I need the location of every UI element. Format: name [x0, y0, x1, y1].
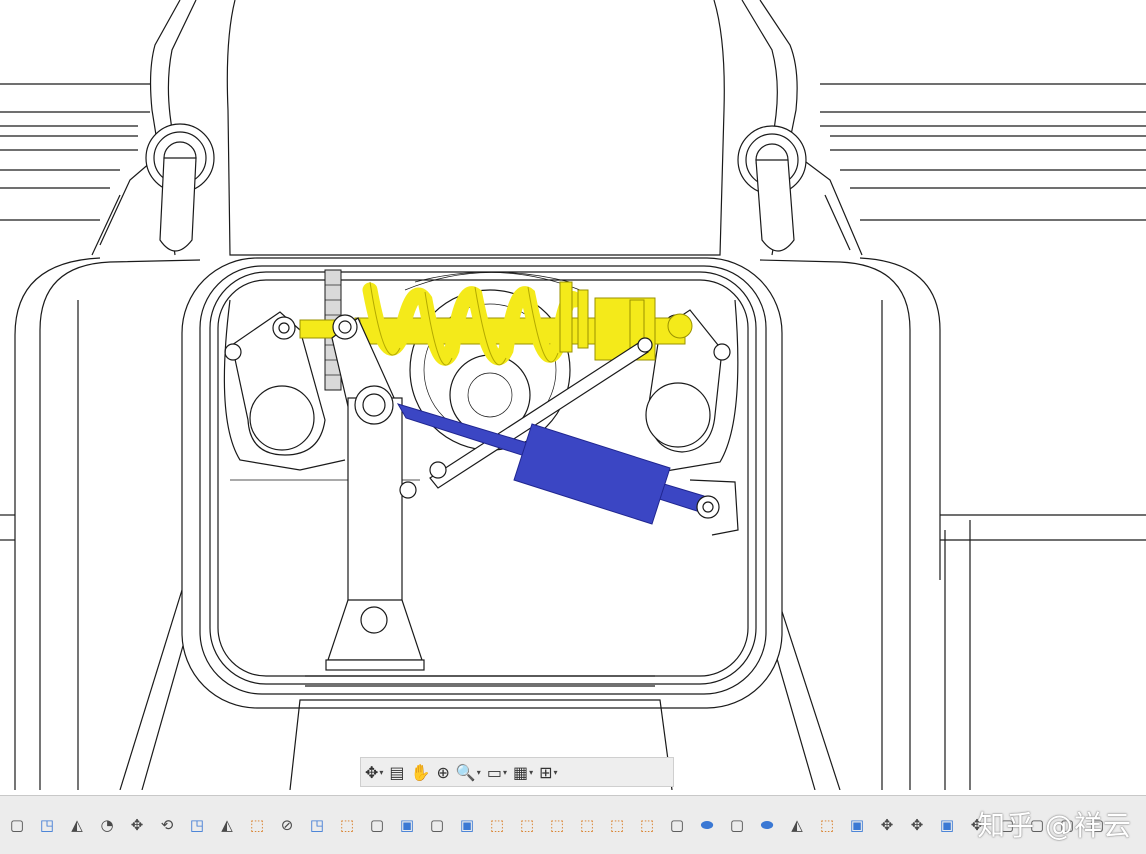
- sketch-8-icon: ⬚: [819, 816, 835, 834]
- cad-viewport[interactable]: [0, 0, 1146, 790]
- rotate-icon: ⟲: [160, 816, 174, 834]
- multi-view-button[interactable]: ⊞ ▾: [539, 760, 557, 784]
- solid-icon: ▢: [369, 816, 385, 834]
- right-pin: [737, 125, 807, 252]
- sheet-fold-icon: ◳: [39, 816, 55, 834]
- look-at-button[interactable]: ▤: [389, 760, 404, 784]
- dropdown-caret-icon: ▾: [529, 767, 534, 777]
- project-icon: ⬚: [339, 816, 355, 834]
- sketch-5-icon: ⬚: [579, 816, 595, 834]
- project-button[interactable]: ⬚: [334, 813, 360, 837]
- revolve-button[interactable]: ⊘: [274, 813, 300, 837]
- sketch-3-button[interactable]: ⬚: [514, 813, 540, 837]
- display-style-icon: ▭: [486, 762, 502, 782]
- draft-icon: ◭: [71, 816, 83, 834]
- box-button[interactable]: ▢: [4, 813, 30, 837]
- solid-blue-2-button[interactable]: ▣: [454, 813, 480, 837]
- zoom-button[interactable]: 🔍 ▾: [456, 760, 481, 784]
- sketch-6-button[interactable]: ⬚: [604, 813, 630, 837]
- solid-blue-button[interactable]: ▣: [394, 813, 420, 837]
- move-triad-button[interactable]: ✥ ▾: [365, 760, 383, 784]
- zoom-window-icon: ⊕: [436, 762, 450, 782]
- solid-blue-icon: ▣: [399, 816, 415, 834]
- extrude-button[interactable]: ◳: [184, 813, 210, 837]
- shell-button[interactable]: ◭: [214, 813, 240, 837]
- shell-icon: ◭: [221, 816, 233, 834]
- extrude-icon: ◳: [189, 816, 205, 834]
- solid-button[interactable]: ▢: [364, 813, 390, 837]
- dropdown-caret-icon: ▾: [502, 767, 507, 777]
- sketch-4-icon: ⬚: [549, 816, 565, 834]
- move-2-icon: ✥: [880, 816, 894, 834]
- sheet-fold-button[interactable]: ◳: [34, 813, 60, 837]
- zoom-window-button[interactable]: ⊕: [436, 760, 449, 784]
- left-frame-rails: [0, 83, 150, 221]
- zoom-icon: 🔍: [455, 762, 476, 782]
- solid-blue-3-icon: ▣: [849, 816, 865, 834]
- solid-blue-3-button[interactable]: ▣: [844, 813, 870, 837]
- sketch-4-button[interactable]: ⬚: [544, 813, 570, 837]
- pan-hand-icon: ✋: [410, 762, 431, 782]
- solid-4-button[interactable]: ▢: [724, 813, 750, 837]
- grid-icon: ▦: [512, 762, 529, 782]
- cylinder-2-button[interactable]: ⬬: [754, 813, 780, 837]
- cylinder-icon: ⬬: [700, 816, 714, 834]
- solid-3-icon: ▢: [669, 816, 685, 834]
- dropdown-caret-icon: ▾: [476, 767, 481, 777]
- solid-2-button[interactable]: ▢: [424, 813, 450, 837]
- right-frame-rails: [820, 83, 1146, 221]
- move-2-button[interactable]: ✥: [874, 813, 900, 837]
- command-toolbar: ▢ ◳ ◭ ◔ ✥ ⟲ ◳ ◭ ⬚ ⊘ ◳ ⬚ ▢ ▣ ▢ ▣ ⬚ ⬚ ⬚ ⬚ ⬚ ⬚ ▢ ⬬ ▢ ⬬ ◭ ⬚ ▣ ✥ ✥ ▣ ✥ ▢ ▢ ▢ ▢ 知乎…: [0, 795, 1146, 854]
- move-icon: ✥: [130, 816, 144, 834]
- cylinder-2-icon: ⬬: [760, 816, 774, 834]
- draft-button[interactable]: ◭: [64, 813, 90, 837]
- solid-4-icon: ▢: [729, 816, 745, 834]
- sketch-5-button[interactable]: ⬚: [574, 813, 600, 837]
- sketch-7-button[interactable]: ⬚: [634, 813, 660, 837]
- dropdown-caret-icon: ▾: [379, 767, 384, 777]
- move-3-icon: ✥: [910, 816, 924, 834]
- rotate-button[interactable]: ⟲: [154, 813, 180, 837]
- display-style-button[interactable]: ▭ ▾: [487, 760, 507, 784]
- solid-blue-4-button[interactable]: ▣: [934, 813, 960, 837]
- solid-blue-2-icon: ▣: [459, 816, 475, 834]
- dropdown-caret-icon: ▾: [553, 767, 558, 777]
- move-triad-icon: ✥: [365, 762, 379, 782]
- sketch-2-icon: ⬚: [489, 816, 505, 834]
- draft-2-button[interactable]: ◭: [784, 813, 810, 837]
- sketch-6-icon: ⬚: [609, 816, 625, 834]
- solid-3-button[interactable]: ▢: [664, 813, 690, 837]
- flange-icon: ◳: [309, 816, 325, 834]
- pan-hand-button[interactable]: ✋: [411, 760, 431, 784]
- move-button[interactable]: ✥: [124, 813, 150, 837]
- watermark: 知乎 @祥云: [977, 809, 1132, 842]
- suspension-drawing: [0, 0, 1146, 790]
- left-pin: [145, 123, 215, 252]
- sketch-8-button[interactable]: ⬚: [814, 813, 840, 837]
- sketch-3-icon: ⬚: [519, 816, 535, 834]
- solid-blue-4-icon: ▣: [939, 816, 955, 834]
- move-3-button[interactable]: ✥: [904, 813, 930, 837]
- fillet-icon: ◔: [100, 816, 114, 834]
- fillet-button[interactable]: ◔: [94, 813, 120, 837]
- sketch-button[interactable]: ⬚: [244, 813, 270, 837]
- multi-view-icon: ⊞: [539, 762, 553, 782]
- flange-button[interactable]: ◳: [304, 813, 330, 837]
- draft-2-icon: ◭: [791, 816, 803, 834]
- command-toolbar-row: ▢ ◳ ◭ ◔ ✥ ⟲ ◳ ◭ ⬚ ⊘ ◳ ⬚ ▢ ▣ ▢ ▣ ⬚ ⬚ ⬚ ⬚ ⬚ ⬚ ▢ ⬬ ▢ ⬬ ◭ ⬚ ▣ ✥ ✥ ▣ ✥ ▢ ▢ ▢ ▢: [4, 812, 1114, 838]
- sketch-2-button[interactable]: ⬚: [484, 813, 510, 837]
- solid-2-icon: ▢: [429, 816, 445, 834]
- top-yoke: [91, 0, 863, 256]
- sketch-icon: ⬚: [249, 816, 265, 834]
- look-at-icon: ▤: [389, 762, 405, 782]
- view-toolbar: ✥ ▾ ▤ ✋ ⊕ 🔍 ▾ ▭ ▾ ▦ ▾ ⊞ ▾: [360, 757, 674, 787]
- revolve-icon: ⊘: [280, 816, 294, 834]
- grid-button[interactable]: ▦ ▾: [513, 760, 533, 784]
- cylinder-button[interactable]: ⬬: [694, 813, 720, 837]
- sketch-7-icon: ⬚: [639, 816, 655, 834]
- box-icon: ▢: [9, 816, 25, 834]
